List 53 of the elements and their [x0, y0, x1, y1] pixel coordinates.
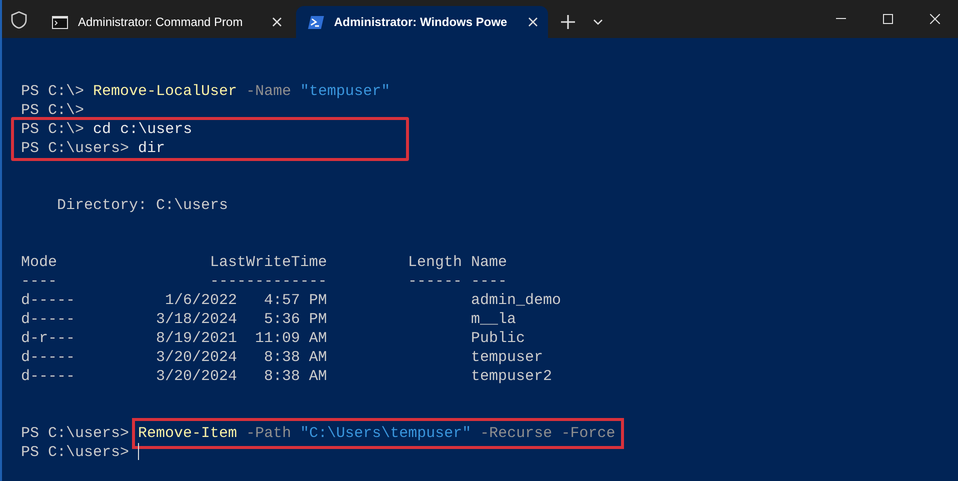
command-text: Remove-LocalUser: [93, 83, 238, 100]
header-rule: -------------: [208, 272, 328, 291]
output-text: Directory: C:\users: [56, 197, 228, 214]
command-text: cd: [93, 121, 112, 138]
parameter-text: -Name: [246, 83, 292, 100]
string-text: "tempuser": [300, 83, 390, 100]
table-cell-text: tempuser2: [471, 367, 554, 386]
close-icon[interactable]: [528, 17, 538, 27]
parameter-text: -Force: [561, 425, 616, 442]
table-cell-text: admin_demo: [471, 291, 562, 310]
console-icon: [52, 16, 68, 28]
table-cell-text: Public: [471, 329, 526, 348]
column-header: Length: [407, 253, 462, 272]
tab[interactable]: Administrator: Command Prom: [40, 6, 292, 38]
table-cell-text: d-r---: [21, 329, 76, 348]
tab[interactable]: Administrator: Windows Powe: [296, 6, 548, 38]
command-text: c:\users: [120, 121, 192, 138]
table-cell-text: 3/18/2024: [155, 310, 238, 329]
table-cell-text: d-----: [21, 348, 76, 367]
parameter-text: -Path: [246, 425, 292, 442]
command-text: dir: [138, 140, 166, 157]
parameter-text: -Recurse: [480, 425, 552, 442]
prompt-text: PS C:\users>: [21, 140, 130, 157]
table-cell-text: 8:38 AM: [263, 367, 328, 386]
table-cell-text: 4:57 PM: [263, 291, 328, 310]
table-cell-text: 5:36 PM: [263, 310, 328, 329]
shield-icon: [10, 11, 28, 29]
table-cell-text: 3/20/2024: [155, 367, 238, 386]
column-header: LastWriteTime: [208, 253, 328, 272]
prompt-text: PS C:\>: [21, 83, 84, 100]
table-cell-text: 8:38 AM: [263, 348, 328, 367]
string-text: "C:\Users\tempuser": [300, 425, 472, 442]
table-cell-text: tempuser: [471, 348, 544, 367]
prompt-text: PS C:\>: [21, 121, 84, 138]
table-cell-text: d-----: [21, 291, 76, 310]
table-cell-text: d-----: [21, 367, 76, 386]
header-rule: ----: [21, 272, 58, 291]
table-cell-text: 8/19/2021: [155, 329, 238, 348]
command-text: Remove-Item: [138, 425, 238, 442]
column-header: Name: [471, 253, 508, 272]
header-rule: ----: [471, 272, 508, 291]
header-rule: ------: [407, 272, 462, 291]
column-header: Mode: [21, 253, 58, 272]
prompt-text: PS C:\users>: [21, 425, 130, 442]
table-cell-text: 1/6/2022: [164, 291, 238, 310]
table-cell-text: d-----: [21, 310, 76, 329]
table-cell-text: 3/20/2024: [155, 348, 238, 367]
prompt-text: PS C:\>: [21, 102, 84, 119]
table-cell-text: 11:09 AM: [254, 329, 328, 348]
close-icon[interactable]: [272, 17, 282, 27]
terminal-icon: [308, 16, 324, 28]
prompt-text: PS C:\users>: [21, 444, 130, 461]
table-cell-text: m__la: [471, 310, 518, 329]
